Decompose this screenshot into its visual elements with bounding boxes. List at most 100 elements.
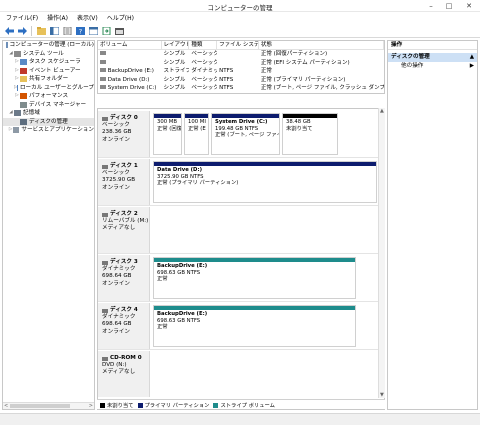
volume-row[interactable]: シンプル ベーシック 正常 (回復パーティション) [98, 50, 384, 59]
partition[interactable]: BackupDrive (E:) 698.63 GB NTFS 正常 [153, 257, 356, 299]
partition-size: 100 MI [188, 119, 206, 125]
hard-disk-icon [102, 260, 108, 265]
scroll-up-icon[interactable]: ▲ [380, 108, 384, 114]
volume-type: ベーシック [191, 85, 218, 91]
volume-row[interactable]: System Drive (C:) シンプル ベーシック NTFS 正常 (ブー… [98, 84, 384, 93]
volume-row[interactable]: シンプル ベーシック 正常 (EFI システム パーティション) [98, 59, 384, 68]
disk-size: 3725.90 GB [102, 177, 136, 184]
actions-group-disk-management[interactable]: ディスクの管理 ▲ [388, 53, 477, 62]
actions-pane: 操作 ディスクの管理 ▲ 他の操作 ▶ [387, 40, 478, 410]
actions-item-more[interactable]: 他の操作 ▶ [388, 62, 477, 71]
tree-item-services-applications[interactable]: ▷ サービスとアプリケーション [3, 126, 94, 135]
scroll-down-icon[interactable]: ▼ [380, 392, 384, 398]
back-arrow-icon[interactable] [4, 26, 14, 36]
volume-layout: シンプル [163, 59, 186, 66]
disk-row[interactable]: CD-ROM 0 DVD (N:) メディアなし [98, 351, 378, 397]
legend-label: 未割り当て [107, 402, 134, 409]
volume-icon [100, 76, 106, 81]
close-button[interactable]: ✕ [458, 0, 480, 12]
tree-item-shared-folders[interactable]: ▷ 共有フォルダー [3, 75, 94, 84]
disk-row[interactable]: ディスク 1 ベーシック 3725.90 GB オンライン Data Drive… [98, 159, 378, 206]
tree-item-computer-management[interactable]: コンピューターの管理 (ローカル) [3, 41, 94, 50]
column-header-type[interactable]: 種類 [189, 41, 218, 49]
partition-status: 正常 [157, 324, 168, 331]
disk-row[interactable]: ディスク 2 リムーバブル (M:) メディアなし [98, 207, 378, 254]
column-header-filesystem[interactable]: ファイル システム [217, 41, 259, 49]
disk-row[interactable]: ディスク 4 ダイナミック 698.64 GB オンライン BackupDriv… [98, 303, 378, 350]
partition[interactable]: BackupDrive (E:) 698.63 GB NTFS 正常 [153, 305, 356, 347]
tree-item-device-manager[interactable]: デバイス マネージャー [3, 101, 94, 110]
volume-filesystem: NTFS [219, 85, 234, 91]
column-header-layout[interactable]: レイアウト [162, 41, 190, 49]
submenu-arrow-icon: ▶ [469, 63, 474, 69]
new-window-icon[interactable] [114, 26, 124, 36]
menu-action[interactable]: 操作(A) [47, 13, 68, 22]
partition-color-bar [154, 114, 181, 118]
partition-status: 正常 [157, 276, 168, 283]
toolbar-separator [31, 25, 32, 36]
forward-arrow-icon[interactable] [17, 26, 27, 36]
partition[interactable]: 38.48 GB 未割り当て [282, 113, 338, 155]
tree-item-label: コンピューターの管理 (ローカル) [9, 42, 94, 48]
maximize-button[interactable]: □ [440, 0, 458, 12]
folder-up-icon[interactable] [36, 26, 46, 36]
tree-item-event-viewer[interactable]: ▷ イベント ビューアー [3, 67, 94, 76]
partition-size: 698.63 GB NTFS [157, 269, 201, 276]
volume-row[interactable]: Data Drive (D:) シンプル ベーシック NTFS 正常 (プライマ… [98, 76, 384, 85]
partition-title: System Drive (C:) [215, 119, 268, 125]
computer-management-icon [5, 42, 8, 49]
performance-icon [20, 93, 27, 100]
help-icon[interactable]: ? [75, 26, 85, 36]
tree-item-label: ディスクの管理 [29, 118, 68, 125]
hard-disk-icon [102, 116, 108, 121]
list-view-icon[interactable] [88, 26, 98, 36]
console-tree-icon[interactable] [49, 26, 59, 36]
partition-status: 正常 (ブート, ページ ファイ [215, 132, 280, 139]
svg-text:?: ? [78, 27, 81, 34]
partition[interactable]: Data Drive (D:) 3725.90 GB NTFS 正常 (プライマ… [153, 161, 377, 203]
menu-view[interactable]: 表示(V) [77, 13, 98, 22]
volume-row[interactable]: BackupDrive (E:) ストライプ ダイナミック NTFS 正常 [98, 67, 384, 76]
menu-file[interactable]: ファイル(F) [6, 13, 38, 22]
partition-title: BackupDrive (E:) [157, 311, 208, 317]
disk-status: オンライン [102, 280, 130, 287]
partition[interactable]: System Drive (C:) 199.48 GB NTFS 正常 (ブート… [211, 113, 280, 155]
tree-item-disk-management[interactable]: ディスクの管理 [3, 117, 94, 126]
partition-size: 38.48 GB [286, 119, 311, 125]
disk-row[interactable]: ディスク 0 ベーシック 238.36 GB オンライン 300 MB 正常 (… [98, 111, 378, 158]
scroll-left-icon[interactable]: < [4, 403, 8, 409]
volume-name: BackupDrive (E:) [107, 68, 154, 74]
partition[interactable]: 100 MI 正常 (E [184, 113, 209, 155]
tree-item-storage[interactable]: ◢ 記憶域 [3, 109, 94, 118]
volume-status: 正常 (ブート, ページ ファイル, クラッシュ ダンプ, プライ [260, 85, 384, 91]
task-scheduler-icon [20, 59, 27, 66]
disk-status: メディアなし [102, 225, 136, 232]
tree-item-task-scheduler[interactable]: ▷ タスク スケジューラ [3, 58, 94, 67]
scrollbar-thumb[interactable] [10, 404, 70, 408]
disk-status: オンライン [102, 328, 130, 335]
disk-info: ディスク 0 ベーシック 238.36 GB オンライン [98, 111, 150, 157]
legend-swatch [137, 402, 143, 408]
minimize-button[interactable]: – [422, 0, 440, 12]
tree-item-local-users-groups[interactable]: ▷ ローカル ユーザーとグループ [3, 84, 94, 93]
tree-item-system-tools[interactable]: ◢ システム ツール [3, 50, 94, 59]
tree-item-performance[interactable]: ▷ パフォーマンス [3, 92, 94, 101]
menu-help[interactable]: ヘルプ(H) [107, 13, 134, 22]
collapse-icon[interactable]: ▲ [470, 53, 474, 62]
tree-item-label: タスク スケジューラ [29, 59, 81, 65]
partition-color-bar [283, 114, 337, 118]
disk-info: ディスク 4 ダイナミック 698.64 GB オンライン [98, 303, 150, 349]
tree-horizontal-scrollbar[interactable]: < > [3, 402, 94, 409]
properties-icon[interactable] [62, 26, 72, 36]
volume-type: ベーシック [191, 76, 218, 83]
disk-map-scrollbar[interactable]: ▲ ▼ [378, 108, 385, 398]
disk-row[interactable]: ディスク 3 ダイナミック 698.64 GB オンライン BackupDriv… [98, 255, 378, 302]
export-icon[interactable] [101, 26, 111, 36]
column-header-volume[interactable]: ボリューム [98, 41, 162, 49]
partition[interactable]: 300 MB 正常 (回復 [153, 113, 182, 155]
partition-status: 正常 (プライマリ パーティション) [157, 180, 239, 187]
partition-color-bar [154, 258, 355, 262]
scroll-right-icon[interactable]: > [89, 403, 93, 409]
column-header-status[interactable]: 状態 [259, 41, 384, 49]
disk-type: ダイナミック [102, 314, 136, 321]
